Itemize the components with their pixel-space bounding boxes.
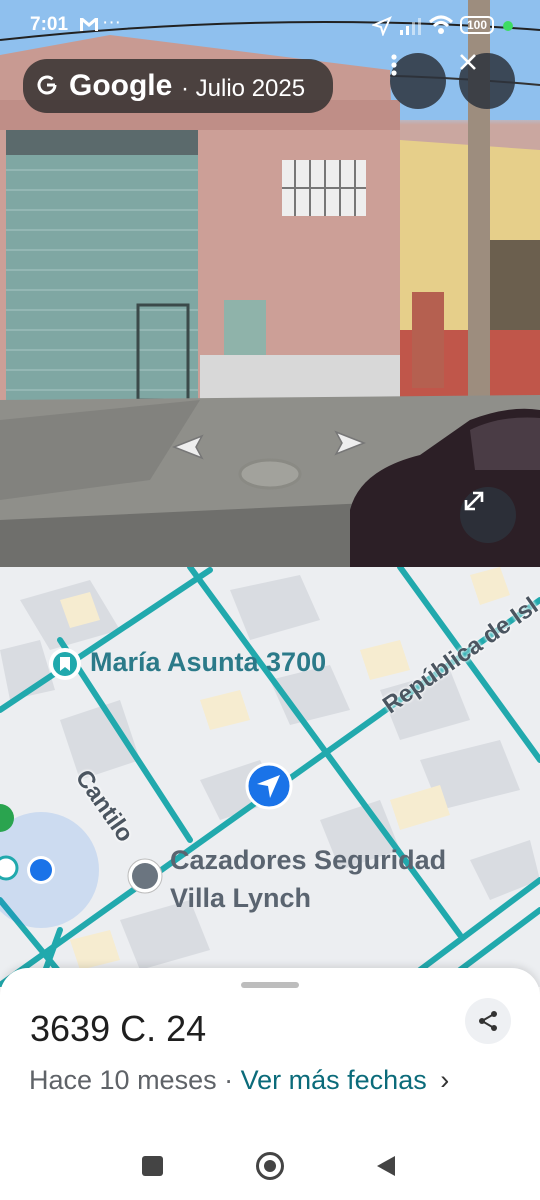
recent-apps-button[interactable] xyxy=(142,1156,163,1176)
subtitle-separator: · xyxy=(224,1065,234,1095)
close-icon xyxy=(460,54,476,70)
close-button[interactable] xyxy=(459,53,515,109)
capture-age: Hace 10 meses xyxy=(29,1065,217,1095)
home-button[interactable] xyxy=(256,1152,284,1180)
more-dates-link[interactable]: Ver más fechas xyxy=(241,1065,427,1095)
more-options-button[interactable] xyxy=(390,53,446,109)
triangle-back-icon xyxy=(377,1156,395,1176)
street-view-photo[interactable]: 7:01 ··· 100 Google · Julio 2025 xyxy=(0,0,540,567)
more-notifications-icon: ··· xyxy=(102,12,121,33)
street-view-position-marker[interactable] xyxy=(246,763,292,809)
back-button[interactable] xyxy=(375,1154,397,1183)
green-dot-icon xyxy=(503,21,513,31)
circle-icon xyxy=(264,1160,276,1172)
my-location-dot xyxy=(26,855,56,885)
place-label-2-line1: Cazadores Seguridad xyxy=(170,845,447,875)
capture-date: · Julio 2025 xyxy=(181,75,306,102)
expand-button[interactable] xyxy=(460,487,516,543)
map-view[interactable]: María Asunta 3700 Cantilo República de I… xyxy=(0,567,540,987)
battery-icon: 100 xyxy=(460,16,494,34)
share-icon xyxy=(479,1011,497,1031)
subtitle-row: Hace 10 meses · Ver más fechas › xyxy=(29,1065,449,1096)
expand-icon xyxy=(464,491,484,511)
street-view-attribution: Google · Julio 2025 xyxy=(23,59,333,113)
share-button[interactable] xyxy=(465,998,511,1044)
place-label-2[interactable]: Cazadores Seguridad Villa Lynch xyxy=(170,841,446,917)
chevron-left-icon xyxy=(171,434,204,460)
google-brand: Google xyxy=(69,69,173,102)
bottom-sheet[interactable]: 3639 C. 24 Hace 10 meses · Ver más fecha… xyxy=(0,968,540,1200)
place-label-1[interactable]: María Asunta 3700 xyxy=(90,647,326,678)
chevron-right-icon[interactable]: › xyxy=(440,1065,449,1095)
drag-handle[interactable] xyxy=(241,982,299,988)
battery-level: 100 xyxy=(466,18,488,32)
more-vert-icon xyxy=(391,54,397,76)
place-label-2-line2: Villa Lynch xyxy=(170,883,312,913)
status-time: 7:01 xyxy=(30,14,69,35)
address-title: 3639 C. 24 xyxy=(30,1008,207,1049)
chevron-right-icon xyxy=(334,430,367,456)
